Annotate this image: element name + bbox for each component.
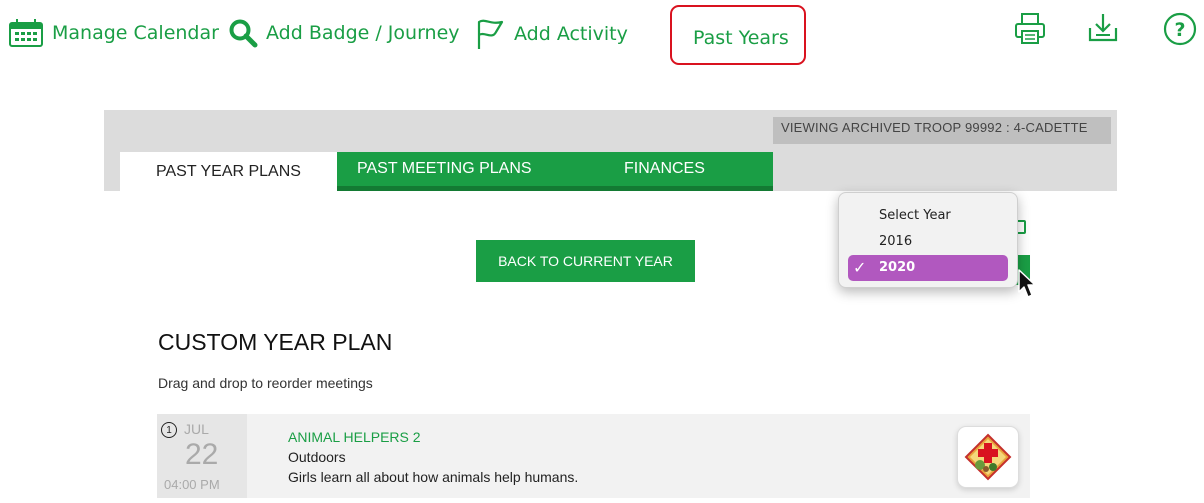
meeting-date: 1 JUL 22 04:00 PM (157, 414, 247, 498)
tab-past-year-plans-label: PAST YEAR PLANS (156, 162, 301, 180)
download-icon[interactable] (1087, 12, 1119, 44)
past-years-button[interactable]: Past Years (670, 5, 806, 65)
manage-calendar-button[interactable]: Manage Calendar (8, 18, 219, 48)
meeting-badge[interactable] (957, 426, 1019, 488)
year-select-dropdown[interactable]: Select Year 2016 ✓ 2020 (838, 192, 1018, 288)
add-badge-journey-button[interactable]: Add Badge / Journey (228, 18, 460, 48)
tab-finances[interactable]: FINANCES (624, 160, 705, 178)
manage-calendar-label: Manage Calendar (52, 22, 219, 44)
search-icon (229, 19, 258, 48)
tab-group-green: PAST MEETING PLANS FINANCES (337, 152, 773, 191)
year-option-2020-label: 2020 (879, 260, 916, 275)
past-years-label: Past Years (693, 27, 789, 49)
help-icon[interactable]: ? (1163, 12, 1197, 46)
animal-helpers-badge-icon (964, 433, 1012, 481)
meeting-category: Outdoors (288, 449, 346, 465)
meeting-day: 22 (185, 438, 219, 471)
year-option-2016[interactable]: 2016 (879, 234, 912, 249)
tab-past-meeting-plans[interactable]: PAST MEETING PLANS (357, 160, 532, 178)
add-badge-journey-label: Add Badge / Journey (266, 22, 460, 44)
print-icon[interactable] (1014, 12, 1046, 46)
tab-past-year-plans[interactable]: PAST YEAR PLANS (120, 152, 337, 191)
meeting-time: 04:00 PM (164, 477, 220, 492)
mouse-pointer-icon (1018, 269, 1036, 298)
year-option-2020-selected[interactable]: ✓ 2020 (848, 255, 1008, 281)
add-activity-label: Add Activity (514, 23, 628, 45)
back-to-current-year-button[interactable]: BACK TO CURRENT YEAR (476, 240, 695, 282)
checkmark-icon: ✓ (853, 258, 867, 277)
flag-icon (477, 19, 504, 49)
meeting-description: Girls learn all about how animals help h… (288, 469, 579, 485)
plan-subtitle: Drag and drop to reorder meetings (158, 375, 373, 391)
plan-title: CUSTOM YEAR PLAN (158, 329, 393, 355)
meeting-number-badge: 1 (161, 422, 177, 438)
svg-text:?: ? (1174, 19, 1185, 41)
meeting-title-link[interactable]: ANIMAL HELPERS 2 (288, 429, 421, 445)
calendar-icon (9, 19, 43, 47)
year-option-select[interactable]: Select Year (879, 208, 951, 223)
meeting-month: JUL (184, 421, 209, 437)
archive-banner: VIEWING ARCHIVED TROOP 99992 : 4-CADETTE (773, 117, 1111, 144)
add-activity-button[interactable]: Add Activity (474, 18, 628, 50)
